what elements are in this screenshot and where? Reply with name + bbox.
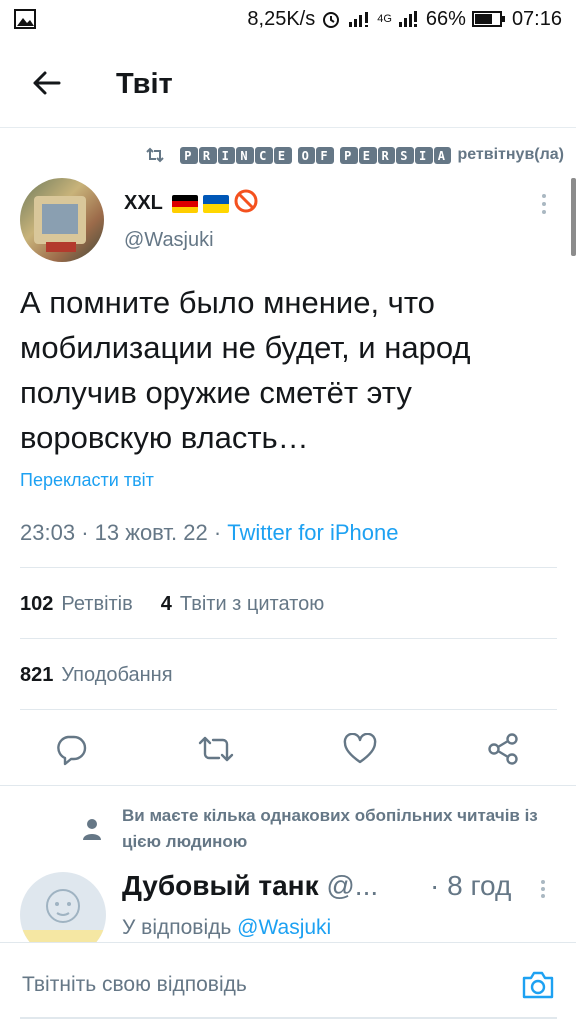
battery-icon — [471, 10, 506, 28]
section-divider — [0, 785, 576, 786]
like-button[interactable] — [338, 728, 382, 770]
retweeter-name-letter: S — [396, 146, 414, 164]
retweeter-name-letter: I — [217, 146, 236, 164]
alarm-icon — [321, 9, 341, 29]
divider — [20, 638, 557, 639]
tweet-client-link[interactable]: Twitter for iPhone — [227, 520, 398, 545]
retweet-stats-row: 102 Ретвітів 4 Твіти з цитатою — [20, 593, 324, 616]
meta-separator: · — [81, 520, 89, 545]
signal-icon — [347, 10, 371, 28]
reply-icon — [57, 735, 87, 766]
likes-stats-row: 821 Уподобання — [20, 664, 173, 687]
mutual-followers-note: Ви маєте кілька однакових обопільних чит… — [122, 806, 538, 851]
reply-composer: Твітніть свою відповідь — [0, 942, 576, 1024]
share-icon — [488, 733, 518, 765]
ukraine-flag-icon — [202, 194, 229, 213]
reply-to-prefix: У відповідь — [122, 916, 232, 939]
clock: 07:16 — [511, 7, 562, 30]
tweet-date: 13 жовт. 22 — [94, 520, 208, 545]
retweeter-name-letter: E — [358, 146, 377, 164]
divider — [20, 567, 557, 568]
retweeter-name-letter: P — [180, 146, 198, 164]
network-type: 4G — [377, 13, 392, 25]
reply-author-handle[interactable]: @... — [326, 870, 378, 901]
status-indicators: 8,25K/s 4G 66% 07:16 — [247, 8, 562, 30]
camera-icon — [522, 971, 554, 999]
avatar[interactable] — [20, 178, 104, 262]
page-title: Твіт — [116, 68, 173, 100]
meta-separator-2: · — [213, 520, 222, 545]
tweet-actions — [0, 728, 576, 770]
retweets-label[interactable]: Ретвітів — [61, 593, 132, 616]
quotes-label[interactable]: Твіти з цитатою — [180, 593, 324, 616]
retweeter-name-letter: R — [198, 146, 217, 164]
divider — [20, 709, 557, 710]
reply-to-mention[interactable]: @Wasjuki — [237, 916, 331, 939]
retweeter-name-letter: N — [236, 146, 255, 164]
retweeter-name-letter: F — [316, 146, 335, 164]
retweeter-name-letter: E — [273, 146, 292, 164]
retweeter-name-letter: P — [340, 146, 358, 164]
app-header: Твіт — [0, 38, 576, 128]
retweet-button[interactable] — [194, 728, 238, 770]
retweeter-name-letter: A — [433, 146, 452, 164]
quotes-count[interactable]: 4 — [161, 593, 172, 616]
retweeter-name-letter: O — [297, 146, 316, 164]
more-options-icon[interactable] — [532, 190, 556, 218]
reply-to-line: У відповідь @Wasjuki — [122, 916, 331, 940]
germany-flag-icon — [171, 194, 198, 213]
back-button[interactable] — [26, 66, 66, 100]
retweets-count[interactable]: 102 — [20, 593, 53, 616]
reply-input[interactable]: Твітніть свою відповідь — [22, 973, 247, 997]
retweeter-name-gap — [293, 147, 297, 164]
reply-button[interactable] — [49, 728, 93, 770]
author-name[interactable]: XXL — [124, 192, 163, 215]
prohibited-icon — [234, 189, 258, 218]
reply-more-options-icon[interactable] — [533, 876, 553, 902]
gallery-icon — [14, 9, 36, 34]
translate-link[interactable]: Перекласти твіт — [20, 470, 154, 491]
arrow-left-icon — [33, 71, 61, 95]
likes-label[interactable]: Уподобання — [61, 664, 172, 687]
reply-author[interactable]: Дубовый танк @... — [122, 870, 378, 902]
camera-button[interactable] — [520, 967, 556, 1003]
heart-icon — [343, 733, 377, 764]
retweeter-name-gap — [335, 147, 339, 164]
signal-4g-icon — [398, 10, 420, 28]
reply-author-name[interactable]: Дубовый танк — [122, 870, 319, 901]
status-bar: 8,25K/s 4G 66% 07:16 — [0, 0, 576, 38]
retweeter-name[interactable]: PRINCEOFPERSIA — [180, 146, 452, 164]
composer-underline — [20, 1017, 557, 1019]
reply-time: · 8 год — [430, 870, 512, 901]
retweet-small-icon — [146, 147, 164, 163]
retweeter-name-letter: R — [377, 146, 396, 164]
share-button[interactable] — [482, 728, 526, 770]
retweet-context[interactable]: PRINCEOFPERSIA ретвітнув(ла) — [144, 146, 564, 164]
retweeter-name-letter: I — [415, 146, 433, 164]
tweet-meta: 23:03 · 13 жовт. 22 · Twitter for iPhone — [20, 520, 398, 546]
author-name-row[interactable]: XXL — [124, 189, 258, 218]
tweet-time: 23:03 — [20, 520, 76, 545]
network-speed: 8,25K/s — [247, 7, 316, 30]
person-icon — [82, 818, 102, 845]
author-handle[interactable]: @Wasjuki — [124, 229, 214, 252]
retweeter-name-letter: C — [255, 146, 273, 164]
tweet-text: А помните было мнение, что мобилизации н… — [20, 285, 471, 455]
scrollbar[interactable] — [571, 178, 576, 256]
likes-count[interactable]: 821 — [20, 664, 53, 687]
retweet-suffix: ретвітнув(ла) — [457, 146, 564, 163]
battery-percent: 66% — [425, 7, 466, 30]
retweet-icon — [198, 736, 234, 762]
